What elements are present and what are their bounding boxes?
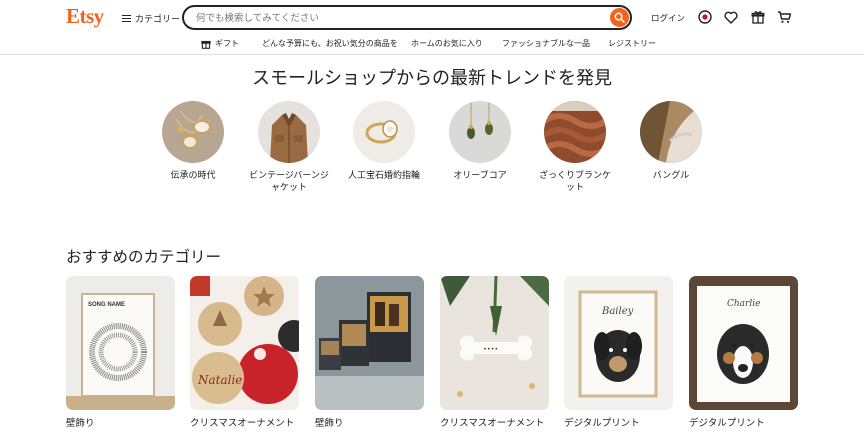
category-label: デジタルプリント [564, 418, 640, 429]
card-print-text: Natalie [197, 373, 242, 387]
cart-icon [777, 11, 791, 23]
card-print-text: SONG NAME [88, 302, 125, 308]
category-card-christmas-ornament-2[interactable]: • • • • クリスマスオーナメント [440, 276, 549, 429]
gift-icon [201, 40, 211, 49]
site-header: Etsy カテゴリー ログイン [0, 0, 864, 36]
categories-button[interactable]: カテゴリー [122, 10, 180, 26]
trend-label: 人工宝石婚約指輪 [347, 170, 420, 180]
recommended-title: おすすめのカテゴリー [66, 249, 222, 266]
card-print-text: Bailey [601, 306, 634, 317]
trend-image [258, 101, 320, 163]
subnav-fashion[interactable]: ファッショナブルな一品 [502, 38, 590, 49]
trend-image [353, 101, 415, 163]
heart-icon [724, 11, 738, 24]
region-icon[interactable] [697, 9, 713, 25]
trend-item-heritage[interactable]: 伝承の時代 [153, 101, 233, 181]
category-image [315, 276, 424, 410]
search-input[interactable] [194, 10, 598, 27]
category-card-wall-decor-2[interactable]: 壁飾り [315, 276, 424, 429]
subnav-registry[interactable]: レジストリー [608, 38, 656, 49]
login-link[interactable]: ログイン [651, 12, 685, 24]
trend-label: ビンテージバーンジャケット [249, 170, 329, 192]
trend-item-engagement-ring[interactable]: 人工宝石婚約指輪 [344, 101, 424, 181]
globe-icon [698, 10, 712, 24]
search-bar [182, 5, 632, 30]
trend-item-chunky-blanket[interactable]: ざっくりブランケット [535, 101, 615, 193]
trend-item-bangle[interactable]: バングル [631, 101, 711, 181]
sub-navigation: ギフト どんな予算にも、お祝い気分の商品を ホームのお気に入り ファッショナブル… [0, 36, 864, 55]
subnav-label: レジストリー [608, 39, 656, 48]
category-label: クリスマスオーナメント [190, 418, 295, 429]
trends-title: スモールショップからの最新トレンドを発見 [252, 68, 612, 88]
search-button[interactable] [610, 8, 629, 27]
category-card-christmas-ornament[interactable]: Natalie クリスマスオーナメント [190, 276, 299, 429]
category-card-wall-decor[interactable]: SONG NAME 壁飾り [66, 276, 175, 429]
categories-label: カテゴリー [135, 13, 181, 24]
category-image: SONG NAME [66, 276, 175, 410]
category-image: Bailey [564, 276, 673, 410]
category-label: 壁飾り [66, 418, 95, 429]
trend-image [162, 101, 224, 163]
trend-image [449, 101, 511, 163]
category-label: クリスマスオーナメント [440, 418, 545, 429]
subnav-gift[interactable]: ギフト [201, 38, 239, 49]
subnav-label: どんな予算にも、お祝い気分の商品を [262, 39, 398, 48]
category-card-digital-print-2[interactable]: Charlie デジタルプリント [689, 276, 798, 429]
subnav-budget[interactable]: どんな予算にも、お祝い気分の商品を [262, 38, 398, 49]
trend-label: バングル [652, 170, 690, 180]
category-card-digital-print[interactable]: Bailey デジタルプリント [564, 276, 673, 429]
trend-image [544, 101, 606, 163]
subnav-home-favorites[interactable]: ホームのお気に入り [411, 38, 483, 49]
trend-label: 伝承の時代 [170, 170, 216, 180]
trend-label: オリーブコア [453, 170, 507, 180]
trend-image [640, 101, 702, 163]
gift-icon [751, 11, 765, 24]
svg-text:• • • •: • • • • [484, 347, 497, 353]
category-image: Charlie [689, 276, 798, 410]
category-label: 壁飾り [315, 418, 344, 429]
card-print-text: Charlie [727, 299, 760, 309]
cart-button[interactable] [776, 9, 792, 25]
category-image: • • • • [440, 276, 549, 410]
favorites-button[interactable] [723, 9, 739, 25]
category-label: デジタルプリント [689, 418, 765, 429]
etsy-logo[interactable]: Etsy [66, 4, 104, 29]
subnav-label: ファッショナブルな一品 [502, 39, 590, 48]
trend-label: ざっくりブランケット [538, 170, 611, 192]
menu-icon [122, 14, 131, 22]
subnav-label: ホームのお気に入り [411, 39, 483, 48]
trend-item-barn-jacket[interactable]: ビンテージバーンジャケット [249, 101, 329, 193]
search-icon [614, 12, 625, 23]
gift-button[interactable] [750, 9, 766, 25]
trend-item-olive-core[interactable]: オリーブコア [440, 101, 520, 181]
category-image: Natalie [190, 276, 299, 410]
subnav-label: ギフト [215, 39, 239, 48]
